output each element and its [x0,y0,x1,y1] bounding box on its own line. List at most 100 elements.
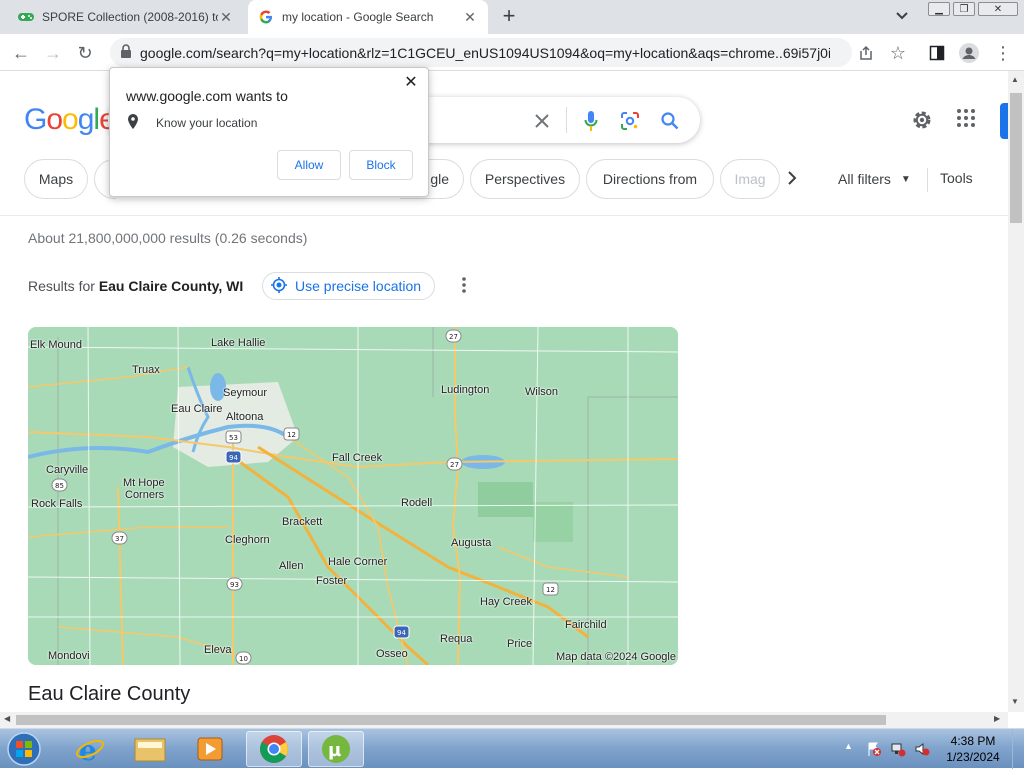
show-hidden-icons[interactable]: ▲ [844,741,860,757]
divider [566,107,567,133]
popup-title: www.google.com wants to [126,88,288,104]
clear-search-icon[interactable] [530,109,554,133]
media-player-icon[interactable] [182,731,238,767]
map-place-label: Mondovi [48,650,90,662]
file-explorer-icon[interactable] [122,731,178,767]
clock-date: 1/23/2024 [946,750,1000,764]
start-button[interactable] [4,731,46,767]
search-icon[interactable] [658,109,682,133]
map-place-label: Seymour [223,387,268,399]
map-place-label: Fall Creek [332,452,383,464]
map-place-label: Eleva [204,644,232,656]
block-button[interactable]: Block [349,150,413,180]
lock-icon[interactable] [120,44,132,61]
show-desktop-button[interactable] [1012,729,1024,769]
map-credit: Map data ©2024 Google [555,651,676,663]
vertical-scrollbar[interactable]: ▲ ▼ [1008,71,1024,712]
new-tab-button[interactable]: + [498,5,520,28]
close-tab-icon[interactable]: ✕ [462,9,478,25]
svg-text:µ: µ [328,740,341,761]
address-bar[interactable]: google.com/search?q=my+location&rlz=1C1G… [110,38,852,67]
tools-button[interactable]: Tools [940,170,973,186]
location-map[interactable]: 27 53 12 94 27 85 37 93 12 94 10 Elk Mou… [28,327,678,665]
scroll-right-icon[interactable]: ▶ [994,714,1000,723]
scroll-up-icon[interactable]: ▲ [1011,75,1019,84]
volume-muted-icon[interactable] [914,741,930,757]
map-place-label: Price [507,638,533,650]
map-place-label: Corners [125,489,165,501]
close-tab-icon[interactable]: ✕ [218,9,234,25]
all-filters-button[interactable]: All filters ▼ [838,171,911,187]
result-stats: About 21,800,000,000 results (0.26 secon… [28,230,308,246]
chevron-right-icon[interactable] [786,169,804,189]
svg-text:53: 53 [229,434,238,442]
forward-button[interactable]: → [42,42,64,64]
map-place-label: Brackett [282,516,323,528]
close-window-button[interactable]: ✕ [978,2,1018,16]
gear-icon[interactable] [910,108,934,132]
reload-button[interactable]: ↻ [74,42,96,64]
svg-text:37: 37 [115,535,124,543]
share-icon[interactable] [855,42,877,64]
profile-avatar-icon[interactable] [958,42,980,64]
microphone-icon[interactable] [579,109,603,133]
county-title[interactable]: Eau Claire County [28,683,190,706]
horizontal-scroll-thumb[interactable] [16,715,886,725]
svg-text:94: 94 [229,454,238,462]
bookmark-star-icon[interactable]: ☆ [887,42,909,64]
svg-text:e: e [79,734,97,764]
map-place-label: Altoona [226,411,264,423]
chrome-icon[interactable] [246,731,302,767]
more-options-icon[interactable] [456,275,472,295]
action-center-flag-icon[interactable] [866,741,882,757]
map-place-label: Ludington [441,384,490,396]
scroll-left-icon[interactable]: ◀ [4,714,10,723]
map-place-label: Elk Mound [30,339,82,351]
side-panel-icon[interactable] [926,42,948,64]
restore-button[interactable]: ❐ [953,2,975,16]
chip-maps[interactable]: Maps [24,159,88,199]
system-clock[interactable]: 4:38 PM 1/23/2024 [938,733,1008,765]
back-button[interactable]: ← [10,42,32,64]
tab-my-location[interactable]: my location - Google Search ✕ [248,0,488,34]
map-place-label: Hale Corner [328,556,388,568]
results-for-location: Results for Eau Claire County, WI [28,278,243,294]
svg-text:27: 27 [450,461,459,469]
map-place-label: Caryville [46,464,89,476]
chip-directions-from[interactable]: Directions from [586,159,714,199]
tab-spore-collection[interactable]: SPORE Collection (2008-2016) to ✕ [8,0,244,34]
map-place-label: Cleghorn [225,534,270,546]
close-icon[interactable]: ✕ [402,74,420,92]
minimize-button[interactable]: ▁ [928,2,950,16]
sign-in-button[interactable] [1000,103,1008,139]
scroll-down-icon[interactable]: ▼ [1011,697,1019,706]
map-place-label: Rodell [401,497,433,509]
browser-menu-icon[interactable]: ⋮ [992,42,1014,64]
map-place-label: Rock Falls [31,498,83,510]
horizontal-scrollbar[interactable]: ◀ ▶ [0,712,1008,728]
google-logo[interactable]: Google [24,103,116,137]
utorrent-icon[interactable]: µ [308,731,364,767]
chip-perspectives[interactable]: Perspectives [470,159,580,199]
apps-grid-icon[interactable] [956,108,980,132]
svg-text:94: 94 [397,629,406,637]
divider [927,168,928,192]
network-icon[interactable] [890,741,906,757]
svg-text:10: 10 [239,655,248,663]
chevron-down-icon[interactable] [895,8,915,26]
map-place-label: Fairchild [565,619,607,631]
internet-explorer-icon[interactable]: e [62,731,118,767]
lens-camera-icon[interactable] [618,109,642,133]
vertical-scroll-thumb[interactable] [1010,93,1022,223]
chip-images[interactable]: Imag [720,159,780,199]
location-name: Eau Claire County, WI [98,278,244,294]
allow-button[interactable]: Allow [277,150,341,180]
url-text: google.com/search?q=my+location&rlz=1C1G… [140,44,830,61]
map-place-label: Mt Hope [123,477,165,489]
use-precise-location-button[interactable]: Use precise location [262,272,435,300]
use-precise-location-label: Use precise location [295,278,422,294]
svg-text:27: 27 [449,333,458,341]
divider [0,215,1008,216]
clock-time: 4:38 PM [950,734,996,748]
svg-text:85: 85 [55,482,64,490]
